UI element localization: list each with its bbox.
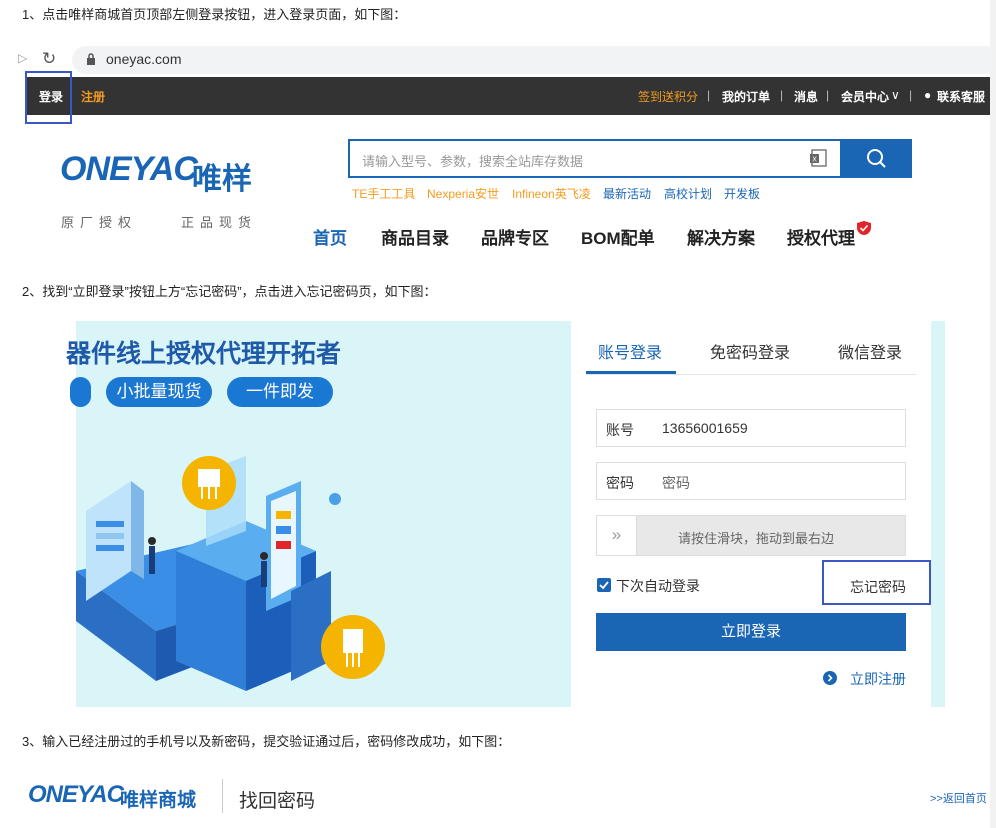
banner-pill-partial: [70, 377, 91, 407]
slogan-right: 正品现货: [181, 215, 258, 230]
remember-label: 下次自动登录: [616, 578, 700, 594]
checkin-link[interactable]: 签到送积分: [638, 88, 698, 105]
url-text: oneyac.com: [106, 51, 182, 67]
tabs-divider: [586, 374, 916, 375]
tab-wechat-login[interactable]: 微信登录: [838, 339, 902, 363]
separator: |: [707, 88, 711, 102]
slogan-left: 原厂授权: [61, 215, 138, 230]
separator: |: [909, 88, 913, 102]
footer-logo[interactable]: ONEYAC: [28, 781, 124, 809]
password-placeholder: 密码: [662, 475, 690, 491]
arrow-right-circle-icon: [823, 671, 837, 685]
form-edge: [931, 321, 945, 707]
highlight-forgot: [822, 560, 931, 605]
hot-link[interactable]: 高校计划: [664, 185, 712, 202]
step-3-text: 3、输入已经注册过的手机号以及新密码，提交验证通过后，密码修改成功，如下图：: [22, 734, 511, 749]
account-field[interactable]: [596, 409, 906, 447]
svg-text:X: X: [812, 156, 817, 164]
search-button[interactable]: [842, 139, 912, 178]
register-now-link[interactable]: 立即注册: [850, 669, 906, 689]
lock-icon: [87, 53, 95, 65]
logo-cn: 唯样: [192, 163, 252, 196]
hot-link[interactable]: 最新活动: [603, 185, 651, 202]
check-icon: [599, 581, 609, 590]
recover-password-title: 找回密码: [239, 791, 316, 812]
page-scrollbar[interactable]: [990, 0, 996, 828]
step-1-text: 1、点击唯样商城首页顶部左侧登录按钮，进入登录页面，如下图：: [22, 7, 407, 22]
person-icon: ●: [924, 88, 932, 102]
chevron-down-icon: ∨: [891, 88, 900, 102]
banner-pill: 小批量现货: [106, 377, 212, 407]
step-2-text: 2、找到“立即登录”按钮上方“忘记密码”，点击进入忘记密码页，如下图：: [22, 284, 437, 299]
member-center-menu[interactable]: 会员中心: [841, 88, 889, 105]
banner-pill: 一件即发: [227, 377, 333, 407]
nav-brands[interactable]: 品牌专区: [481, 224, 549, 249]
separator: |: [780, 88, 784, 102]
logo[interactable]: ONEYAC: [60, 150, 198, 189]
captcha-slider-handle[interactable]: »: [597, 516, 637, 555]
search-icon: [867, 149, 886, 168]
account-value: 13656001659: [662, 420, 748, 436]
excel-upload-icon[interactable]: X: [809, 148, 829, 168]
slider-hint: 请按住滑块，拖动到最右边: [678, 531, 835, 546]
tab-account-login[interactable]: 账号登录: [598, 339, 662, 363]
footer-logo-cn: 唯样商城: [120, 790, 197, 811]
nav-solutions[interactable]: 解决方案: [687, 224, 755, 249]
address-bar[interactable]: [72, 46, 996, 74]
double-chevron-icon: »: [611, 525, 622, 544]
reload-icon[interactable]: ↻: [42, 49, 56, 69]
register-link[interactable]: 注册: [81, 88, 105, 105]
back-home-link[interactable]: >>返回首页: [930, 790, 987, 806]
hot-link[interactable]: 开发板: [724, 185, 760, 202]
messages-link[interactable]: 消息: [794, 88, 818, 105]
hot-link[interactable]: Nexperia安世: [427, 185, 499, 202]
nav-home[interactable]: 首页: [313, 224, 347, 249]
my-orders-link[interactable]: 我的订单: [722, 88, 770, 105]
highlight-login: [25, 71, 72, 124]
nav-bom[interactable]: BOM配单: [581, 224, 655, 249]
banner-headline: 器件线上授权代理开拓者: [66, 340, 342, 368]
active-tab-indicator: [586, 371, 676, 374]
remember-checkbox[interactable]: [597, 578, 611, 592]
divider: [222, 779, 223, 813]
password-field[interactable]: [596, 462, 906, 500]
nav-catalog[interactable]: 商品目录: [381, 224, 449, 249]
search-placeholder: 请输入型号、参数，搜索全站库存数据: [362, 154, 584, 169]
password-label: 密码: [606, 475, 634, 491]
back-icon[interactable]: ▷: [18, 51, 27, 65]
hot-link[interactable]: TE手工工具: [352, 185, 415, 202]
login-button[interactable]: 立即登录: [596, 613, 906, 651]
nav-authorized[interactable]: 授权代理: [787, 224, 855, 249]
hot-link[interactable]: Infineon英飞凌: [512, 185, 591, 202]
account-label: 账号: [606, 422, 634, 438]
customer-service-menu[interactable]: 联系客服: [937, 88, 985, 105]
tab-passwordless-login[interactable]: 免密码登录: [710, 339, 790, 363]
shield-badge-icon: [857, 221, 871, 235]
separator: |: [826, 88, 830, 102]
